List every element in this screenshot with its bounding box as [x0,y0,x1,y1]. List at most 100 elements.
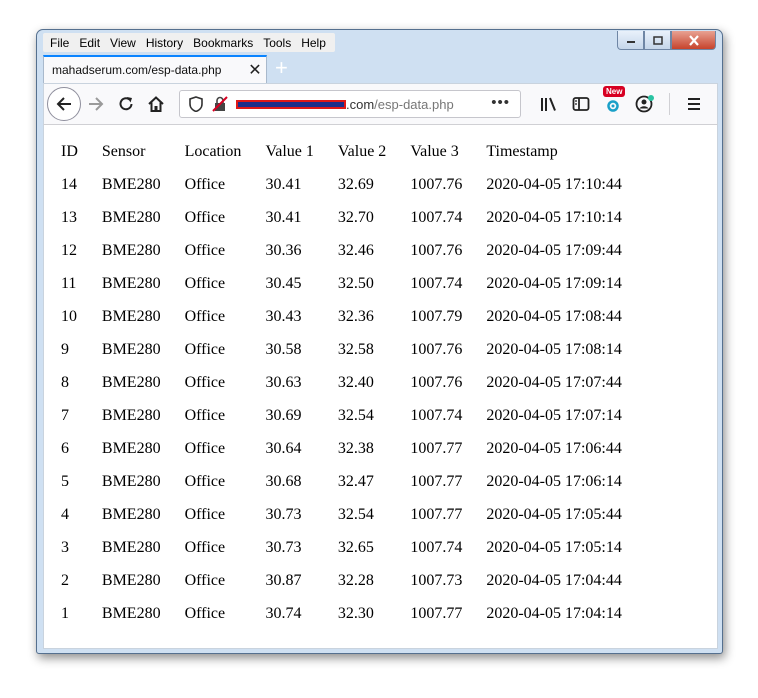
maximize-button[interactable] [644,31,671,50]
back-button[interactable] [47,87,81,121]
cell-id: 5 [61,472,69,490]
menu-view[interactable]: View [110,36,136,50]
cell-value-1: 30.68 [265,472,302,490]
menu-tools[interactable]: Tools [263,36,291,50]
cell-value-3: 1007.77 [410,439,463,457]
cell-location: Office [184,373,226,391]
url-domain-suffix: .com [346,96,375,112]
cell-id: 10 [61,307,77,325]
table-row: 13 BME280 Office 30.41 32.70 1007.74 2020-04-0… [52,201,637,234]
menu-help[interactable]: Help [301,36,326,50]
cell-value-3: 1007.76 [410,241,463,259]
cell-location: Office [184,208,226,226]
cell-value-2: 32.38 [337,439,374,457]
address-bar[interactable]: .com/esp-data.php ••• [179,90,521,118]
open-menu-button[interactable] [678,89,710,119]
menu-file[interactable]: File [50,36,69,50]
cell-value-2: 32.28 [337,571,374,589]
menu-edit[interactable]: Edit [79,36,100,50]
cell-location: Office [184,538,226,556]
account-button[interactable] [629,89,661,119]
menu-bookmarks[interactable]: Bookmarks [193,36,253,50]
cell-id: 4 [61,505,69,523]
reload-button[interactable] [111,89,141,119]
table-row: 8 BME280 Office 30.63 32.40 1007.76 2020-04-05… [52,366,637,399]
cell-sensor: BME280 [101,175,161,193]
cell-id: 3 [61,538,69,556]
insecure-connection-icon[interactable] [210,94,230,114]
close-window-button[interactable] [671,31,716,50]
cell-timestamp: 2020-04-05 17:06:14 [486,472,622,490]
cell-sensor: BME280 [101,208,161,226]
cell-location: Office [184,505,226,523]
cell-location: Office [184,604,226,622]
tracking-protection-icon[interactable] [186,94,206,114]
column-header-timestamp: Timestamp [486,142,558,160]
menu-history[interactable]: History [146,36,183,50]
cell-timestamp: 2020-04-05 17:09:14 [486,274,622,292]
cell-value-2: 32.46 [337,241,374,259]
gear-icon [607,100,619,112]
minimize-button[interactable] [617,31,644,50]
cell-id: 2 [61,571,69,589]
cell-timestamp: 2020-04-05 17:06:44 [486,439,622,457]
cell-id: 11 [61,274,77,292]
cell-sensor: BME280 [101,274,161,292]
table-header-row: ID Sensor Location Value 1 Value 2 Value 3 Tim… [52,135,637,168]
cell-id: 6 [61,439,69,457]
column-header-sensor: Sensor [101,142,146,160]
tab-close-icon[interactable]: ✕ [244,60,266,80]
cell-timestamp: 2020-04-05 17:04:14 [486,604,622,622]
cell-sensor: BME280 [101,538,161,556]
page-actions-menu-icon[interactable]: ••• [491,94,510,111]
cell-value-1: 30.63 [265,373,302,391]
home-button[interactable] [141,89,171,119]
cell-timestamp: 2020-04-05 17:10:14 [486,208,622,226]
forward-button[interactable] [81,89,111,119]
library-button[interactable] [533,89,565,119]
cell-location: Office [184,307,226,325]
cell-value-1: 30.41 [265,208,302,226]
menu-bar: File Edit View History Bookmarks Tools H… [43,33,335,52]
extension-button[interactable]: New [597,86,629,119]
toolbar-separator [669,93,670,115]
cell-location: Office [184,406,226,424]
cell-value-1: 30.64 [265,439,302,457]
cell-timestamp: 2020-04-05 17:04:44 [486,571,622,589]
page-content: ID Sensor Location Value 1 Value 2 Value 3 Tim… [43,125,718,649]
cell-id: 9 [61,340,69,358]
sidebar-button[interactable] [565,89,597,119]
table-row: 11 BME280 Office 30.45 32.50 1007.74 2020-04-0… [52,267,637,300]
maximize-icon [652,35,663,45]
table-row: 12 BME280 Office 30.36 32.46 1007.76 2020-04-0… [52,234,637,267]
cell-value-1: 30.69 [265,406,302,424]
cell-value-2: 32.50 [337,274,374,292]
account-icon [635,95,654,113]
cell-value-1: 30.43 [265,307,302,325]
cell-id: 13 [61,208,77,226]
cell-sensor: BME280 [101,472,161,490]
navigation-toolbar: .com/esp-data.php ••• New [43,83,718,125]
cell-id: 7 [61,406,69,424]
cell-value-3: 1007.74 [410,538,463,556]
column-header-id: ID [61,142,78,160]
tab-esp-data[interactable]: mahadserum.com/esp-data.php ✕ [43,55,267,83]
tab-title: mahadserum.com/esp-data.php [52,63,222,77]
cell-value-1: 30.41 [265,175,302,193]
table-row: 10 BME280 Office 30.43 32.36 1007.79 2020-04-0… [52,300,637,333]
cell-location: Office [184,241,226,259]
home-icon [148,96,164,112]
table-row: 7 BME280 Office 30.69 32.54 1007.74 2020-04-05… [52,399,637,432]
cell-location: Office [184,340,226,358]
cell-timestamp: 2020-04-05 17:07:14 [486,406,622,424]
cell-value-3: 1007.76 [410,373,463,391]
cell-value-1: 30.36 [265,241,302,259]
library-icon [541,97,556,111]
cell-value-3: 1007.79 [410,307,463,325]
new-tab-button[interactable]: + [275,55,288,81]
cell-value-2: 32.54 [337,505,374,523]
cell-timestamp: 2020-04-05 17:08:14 [486,340,622,358]
sensor-data-table: ID Sensor Location Value 1 Value 2 Value 3 Tim… [52,135,637,630]
cell-value-3: 1007.74 [410,208,463,226]
cell-timestamp: 2020-04-05 17:09:44 [486,241,622,259]
